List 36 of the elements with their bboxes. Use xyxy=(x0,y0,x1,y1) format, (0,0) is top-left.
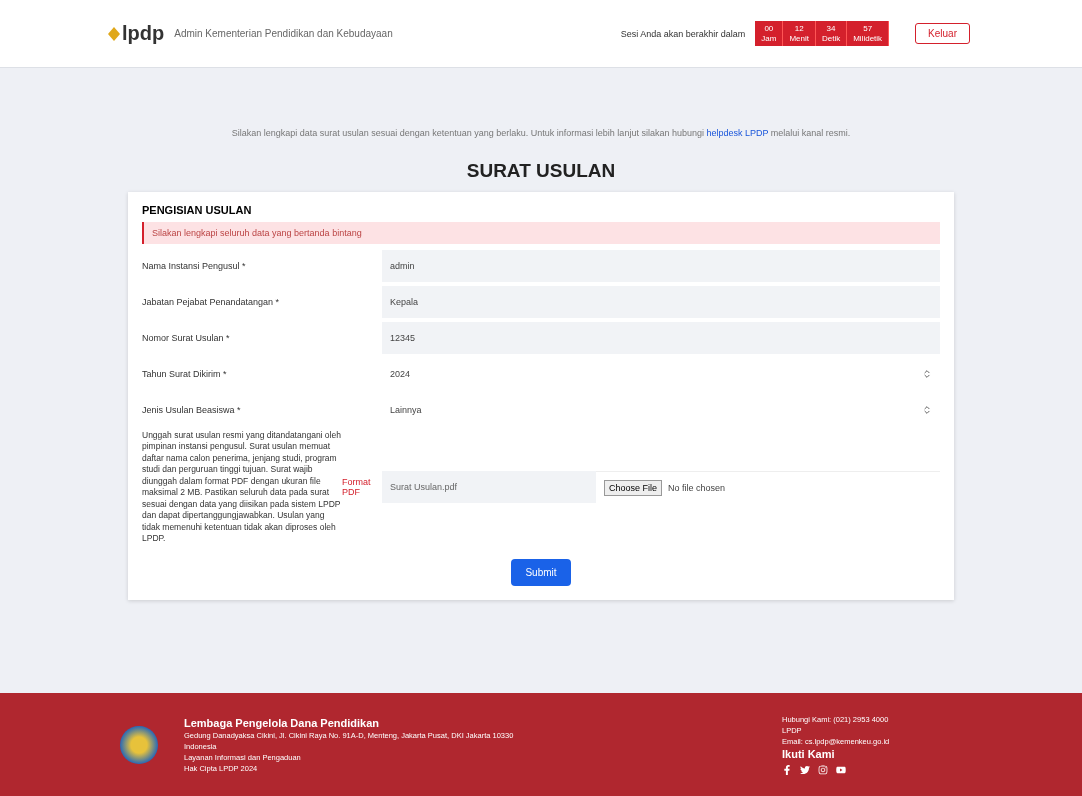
notice-text: Silakan lengkapi data surat usulan sesuai dengan ketentuan yang berlaku. Untuk informasi lebih lanjut silakan hubungi helpdesk LPDP melalui kanal resmi. xyxy=(230,128,852,138)
file-name-field[interactable]: Surat Usulan.pdf xyxy=(382,471,596,504)
field-label: Nama Instansi Pengusul * xyxy=(142,261,247,271)
facebook-icon[interactable] xyxy=(782,764,792,775)
follow-label: Ikuti Kami xyxy=(782,747,836,760)
section-title: PENGISIAN USULAN xyxy=(142,204,253,216)
input-field[interactable]: Kepala xyxy=(382,286,940,318)
submit-button[interactable]: Submit xyxy=(511,558,571,586)
input-field[interactable]: admin xyxy=(382,250,940,282)
youtube-icon[interactable] xyxy=(836,764,846,775)
countdown-value: 57 Milidetik xyxy=(847,20,890,47)
chevron-icon xyxy=(922,405,932,415)
session-label: Sesi Anda akan berakhir dalam xyxy=(620,28,746,39)
field-label: Tahun Surat Dikirim * xyxy=(142,369,228,379)
countdown-value: 12 Menit xyxy=(783,20,816,47)
twitter-icon[interactable] xyxy=(800,764,810,775)
upload-instructions: Unggah surat usulan resmi yang ditandatangani oleh pimpinan instansi pengusul. Surat usulan memuat daftar nama calon penerima, jenjang studi, program studi dan perguruan tinggi tujuan. Surat wajib diunggah dalam format PDF dengan ukuran file maksimal 2 MB. Pastikan seluruh data pada surat sesuai dengan data yang diisikan pada sistem LPDP dan dapat dipertanggungjawabkan. Usulan yang tidak memenuhi ketentuan tidak akan diproses oleh LPDP. xyxy=(142,430,342,545)
field-label: Jenis Usulan Beasiswa * xyxy=(142,405,242,415)
format-hint: Format PDF xyxy=(342,477,372,498)
logout-button[interactable]: Keluar xyxy=(915,23,970,44)
lpdp-logo: lpdp xyxy=(108,22,165,45)
page-title: SURAT USULAN xyxy=(466,160,616,182)
user-name: Admin Kementerian Pendidikan dan Kebudayaan xyxy=(174,28,394,39)
file-status: No file chosen xyxy=(668,482,726,493)
emblem-icon xyxy=(120,725,158,764)
countdown-value: 34 Detik xyxy=(815,20,848,47)
instagram-icon[interactable] xyxy=(818,764,828,775)
alert-message: Silakan lengkapi seluruh data yang bertanda bintang xyxy=(142,222,940,244)
chevron-icon xyxy=(922,369,932,379)
helpdesk-link[interactable]: helpdesk LPDP xyxy=(706,128,769,138)
field-label: Jabatan Pejabat Penandatangan * xyxy=(142,297,281,307)
choose-file-button[interactable]: Choose File xyxy=(604,479,663,496)
countdown-value: 00 Jam xyxy=(755,20,784,47)
input-field[interactable]: 12345 xyxy=(382,322,940,354)
footer-title: Lembaga Pengelola Dana Pendidikan xyxy=(184,716,380,729)
field-label: Nomor Surat Usulan * xyxy=(142,333,231,343)
